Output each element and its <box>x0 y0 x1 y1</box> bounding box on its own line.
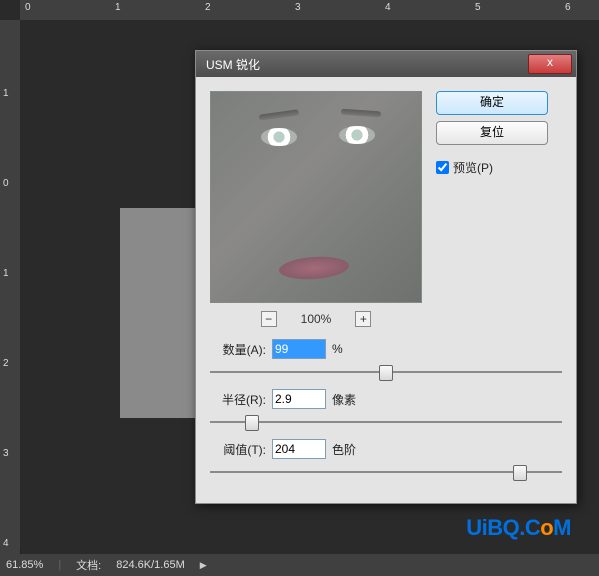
dialog-titlebar[interactable]: USM 锐化 x <box>196 51 576 77</box>
status-zoom[interactable]: 61.85% <box>6 559 43 571</box>
ruler-vertical: 1 0 1 2 3 4 <box>0 20 21 576</box>
preview-label: 预览(P) <box>453 159 493 176</box>
preview-image[interactable] <box>210 91 422 303</box>
amount-slider[interactable] <box>210 365 562 379</box>
status-arrow-icon[interactable]: ▶ <box>200 560 207 571</box>
threshold-unit: 色阶 <box>332 441 356 458</box>
amount-unit: % <box>332 342 343 356</box>
close-button[interactable]: x <box>528 54 572 74</box>
ruler-horizontal: 0 1 2 3 4 5 6 <box>20 0 599 21</box>
plus-icon: + <box>360 313 367 325</box>
threshold-label: 阈值(T): <box>210 441 266 458</box>
status-doc-size: 824.6K/1.65M <box>116 559 185 571</box>
preview-checkbox-row[interactable]: 预览(P) <box>436 159 556 176</box>
radius-label: 半径(R): <box>210 391 266 408</box>
preview-checkbox[interactable] <box>436 161 449 174</box>
threshold-input[interactable] <box>272 439 326 459</box>
status-bar: 61.85% | 文档: 824.6K/1.65M ▶ <box>0 554 599 576</box>
zoom-level: 100% <box>301 312 332 326</box>
radius-slider[interactable] <box>210 415 562 429</box>
close-icon: x <box>547 55 553 69</box>
radius-unit: 像素 <box>332 391 356 408</box>
zoom-in-button[interactable]: + <box>355 311 371 327</box>
usm-sharpen-dialog: USM 锐化 x − 100% + 确定 复位 <box>195 50 577 504</box>
zoom-out-button[interactable]: − <box>261 311 277 327</box>
dialog-title-text: USM 锐化 <box>206 56 260 73</box>
amount-label: 数量(A): <box>210 341 266 358</box>
amount-input[interactable] <box>272 339 326 359</box>
radius-input[interactable] <box>272 389 326 409</box>
watermark-logo: UiBQ.CoM <box>466 515 571 541</box>
reset-button[interactable]: 复位 <box>436 121 548 145</box>
ok-button[interactable]: 确定 <box>436 91 548 115</box>
minus-icon: − <box>265 313 272 325</box>
status-doc-label: 文档: <box>76 557 101 573</box>
threshold-slider[interactable] <box>210 465 562 479</box>
